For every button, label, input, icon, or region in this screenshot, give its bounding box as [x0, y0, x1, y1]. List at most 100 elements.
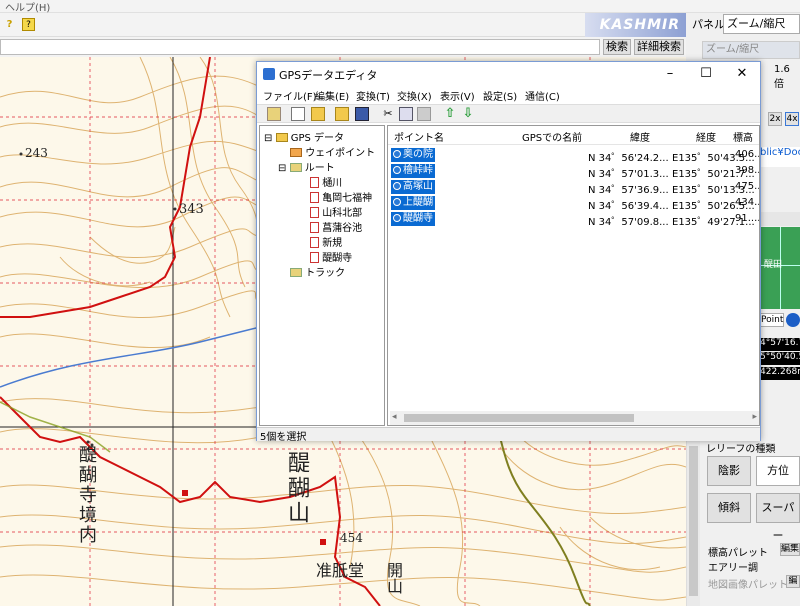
open-icon[interactable]	[335, 107, 349, 121]
row-lat: N 34゜57'01.3...	[588, 169, 669, 180]
new-file-icon[interactable]	[291, 107, 305, 121]
menu-file[interactable]: ファイル(F)	[263, 88, 317, 103]
scroll-left-arrow[interactable]: ◂	[392, 412, 397, 422]
row-lat: N 34゜56'24.2...	[588, 153, 669, 164]
row-name: 上醍醐	[391, 196, 435, 210]
menu-exchange[interactable]: 交換(X)	[397, 88, 432, 103]
route-icon	[310, 192, 319, 203]
tree-route-label: 新規	[322, 238, 343, 249]
status-text: 5個を選択	[260, 432, 307, 443]
map-label-daigoji-boundary: 醍醐寺境内	[76, 445, 97, 545]
new-folder-icon[interactable]	[311, 107, 325, 121]
table-row[interactable]: 檜峠峠 N 34゜57'01.3... E135゜50'21.7... 398.…	[388, 163, 759, 180]
table-row[interactable]: 上醍醐 N 34゜56'39.4... E135゜50'26.5... 434.…	[388, 195, 759, 212]
maximize-button[interactable]: ☐	[688, 62, 724, 86]
row-name: 檜峠峠	[391, 164, 435, 178]
route-icon	[310, 222, 319, 233]
download-icon[interactable]: ⇩	[461, 107, 475, 121]
close-button[interactable]: ✕	[724, 62, 760, 86]
row-lat: N 34゜56'39.4...	[588, 201, 669, 212]
list-hscrollbar[interactable]: ◂ ▸	[390, 411, 759, 425]
search-button[interactable]: 検索	[603, 39, 631, 55]
tree-root-label: GPS データ	[290, 133, 345, 144]
route-icon	[310, 177, 319, 188]
maptile-edit-button[interactable]: 編	[786, 575, 800, 588]
menu-convert[interactable]: 変換(T)	[356, 88, 390, 103]
help-icon[interactable]: ?	[3, 18, 16, 31]
maptile-label: 地図画像パレット	[708, 580, 788, 591]
relief-super-button[interactable]: スーパー	[756, 493, 800, 542]
col-gps-name[interactable]: GPSでの名前	[522, 129, 582, 144]
panel-scrollbar[interactable]	[686, 440, 700, 606]
paste-icon[interactable]	[417, 107, 431, 121]
gps-editor-menubar: ファイル(F) 編集(E) 変換(T) 交換(X) 表示(V) 設定(S) 通信…	[257, 86, 760, 104]
relief-dir-button[interactable]: 方位	[756, 456, 800, 486]
tree-waypoints[interactable]: ウェイポイント	[290, 144, 375, 159]
row-alt: 475...	[735, 181, 759, 192]
scroll-right-arrow[interactable]: ▸	[752, 412, 757, 422]
table-row[interactable]: 奥の院 N 34゜56'24.2... E135゜50'43.5... 406.…	[388, 147, 759, 164]
tree-route-label: 樋川	[322, 178, 343, 189]
tree-route-item[interactable]: 醍醐寺	[310, 249, 352, 264]
row-name: 高塚山	[391, 180, 435, 194]
table-row[interactable]: 醍醐寺 N 34゜57'09.8... E135゜49'27.1... 91..…	[388, 211, 759, 228]
list-hscroll-thumb[interactable]	[404, 414, 634, 422]
kashmir-logo: KASHMIR 3D	[585, 13, 686, 57]
tree-route-item[interactable]: 菖蒲谷池	[310, 219, 362, 234]
relief-shade-button[interactable]: 陰影	[707, 456, 751, 486]
path-field[interactable]: blic¥Docu	[760, 147, 800, 167]
relief-header: レリーフの種類	[706, 444, 776, 455]
waypoint-icon	[393, 166, 401, 174]
tree-route[interactable]: ⊟ ルート	[278, 159, 335, 174]
tree-route-item[interactable]: 山科北部	[310, 204, 362, 219]
import-icon[interactable]	[267, 107, 281, 121]
map-thumbnail[interactable]: 醍田	[760, 227, 800, 309]
tree-route-item[interactable]: 新規	[310, 234, 342, 249]
zoom-2x-button[interactable]: 2x	[768, 112, 782, 126]
waypoint-list: ポイント名 GPSでの名前 緯度 経度 標高 奥の院 N 34゜56'24.2.…	[387, 125, 760, 426]
menu-settings[interactable]: 設定(S)	[483, 88, 517, 103]
track-folder-icon	[290, 268, 302, 277]
row-name-text: 高塚山	[403, 181, 433, 192]
tree-track[interactable]: トラック	[290, 264, 345, 279]
status-bar: 5個を選択	[257, 427, 760, 443]
globe-icon[interactable]	[786, 313, 800, 327]
col-latitude[interactable]: 緯度	[630, 129, 650, 144]
copy-icon[interactable]	[399, 107, 413, 121]
window-title: GPSデータエディタ	[279, 69, 378, 82]
panel-scroll-thumb[interactable]	[689, 446, 698, 596]
zoom-4x-button[interactable]: 4x	[785, 112, 799, 126]
col-point-name[interactable]: ポイント名	[394, 129, 444, 144]
tree-root[interactable]: ⊟ GPS データ	[264, 129, 344, 144]
detail-search-button[interactable]: 詳細検索	[634, 39, 684, 55]
menu-help[interactable]: ヘルプ(H)	[5, 0, 50, 14]
menu-edit[interactable]: 編集(E)	[315, 88, 349, 103]
tree-route-item[interactable]: 樋川	[310, 174, 342, 189]
area-label: エアリー調	[708, 563, 758, 574]
gps-editor-window: GPSデータエディタ – ☐ ✕ ファイル(F) 編集(E) 変換(T) 交換(…	[256, 61, 761, 443]
palette-label: 標高パレット	[708, 548, 768, 559]
gps-editor-titlebar[interactable]: GPSデータエディタ – ☐ ✕	[257, 62, 760, 86]
col-elevation[interactable]: 標高	[733, 129, 753, 144]
panel-select[interactable]: ズーム/縮尺	[723, 14, 800, 34]
search-input[interactable]	[0, 39, 600, 55]
menu-comm[interactable]: 通信(C)	[525, 88, 560, 103]
save-icon[interactable]	[355, 107, 369, 121]
map-label-juntei: 准胝堂	[316, 561, 365, 580]
route-icon	[310, 207, 319, 218]
point-button[interactable]: Point	[760, 313, 784, 327]
row-alt: 398...	[735, 165, 759, 176]
context-help-icon[interactable]: ?	[22, 18, 35, 31]
tree-route-label: 山科北部	[322, 208, 363, 219]
menu-view[interactable]: 表示(V)	[440, 88, 475, 103]
palette-edit-button[interactable]: 編集	[780, 543, 800, 556]
panel-label: パネル	[692, 18, 725, 31]
tree-route-item[interactable]: 亀岡七福神	[310, 189, 372, 204]
table-row[interactable]: 高塚山 N 34゜57'36.9... E135゜50'13.3... 475.…	[388, 179, 759, 196]
relief-slope-button[interactable]: 傾斜	[707, 493, 751, 523]
cut-icon[interactable]: ✂	[381, 107, 395, 121]
minimize-button[interactable]: –	[652, 62, 688, 86]
map-elevation-343: 343	[179, 202, 204, 217]
col-longitude[interactable]: 経度	[696, 129, 716, 144]
upload-icon[interactable]: ⇧	[443, 107, 457, 121]
